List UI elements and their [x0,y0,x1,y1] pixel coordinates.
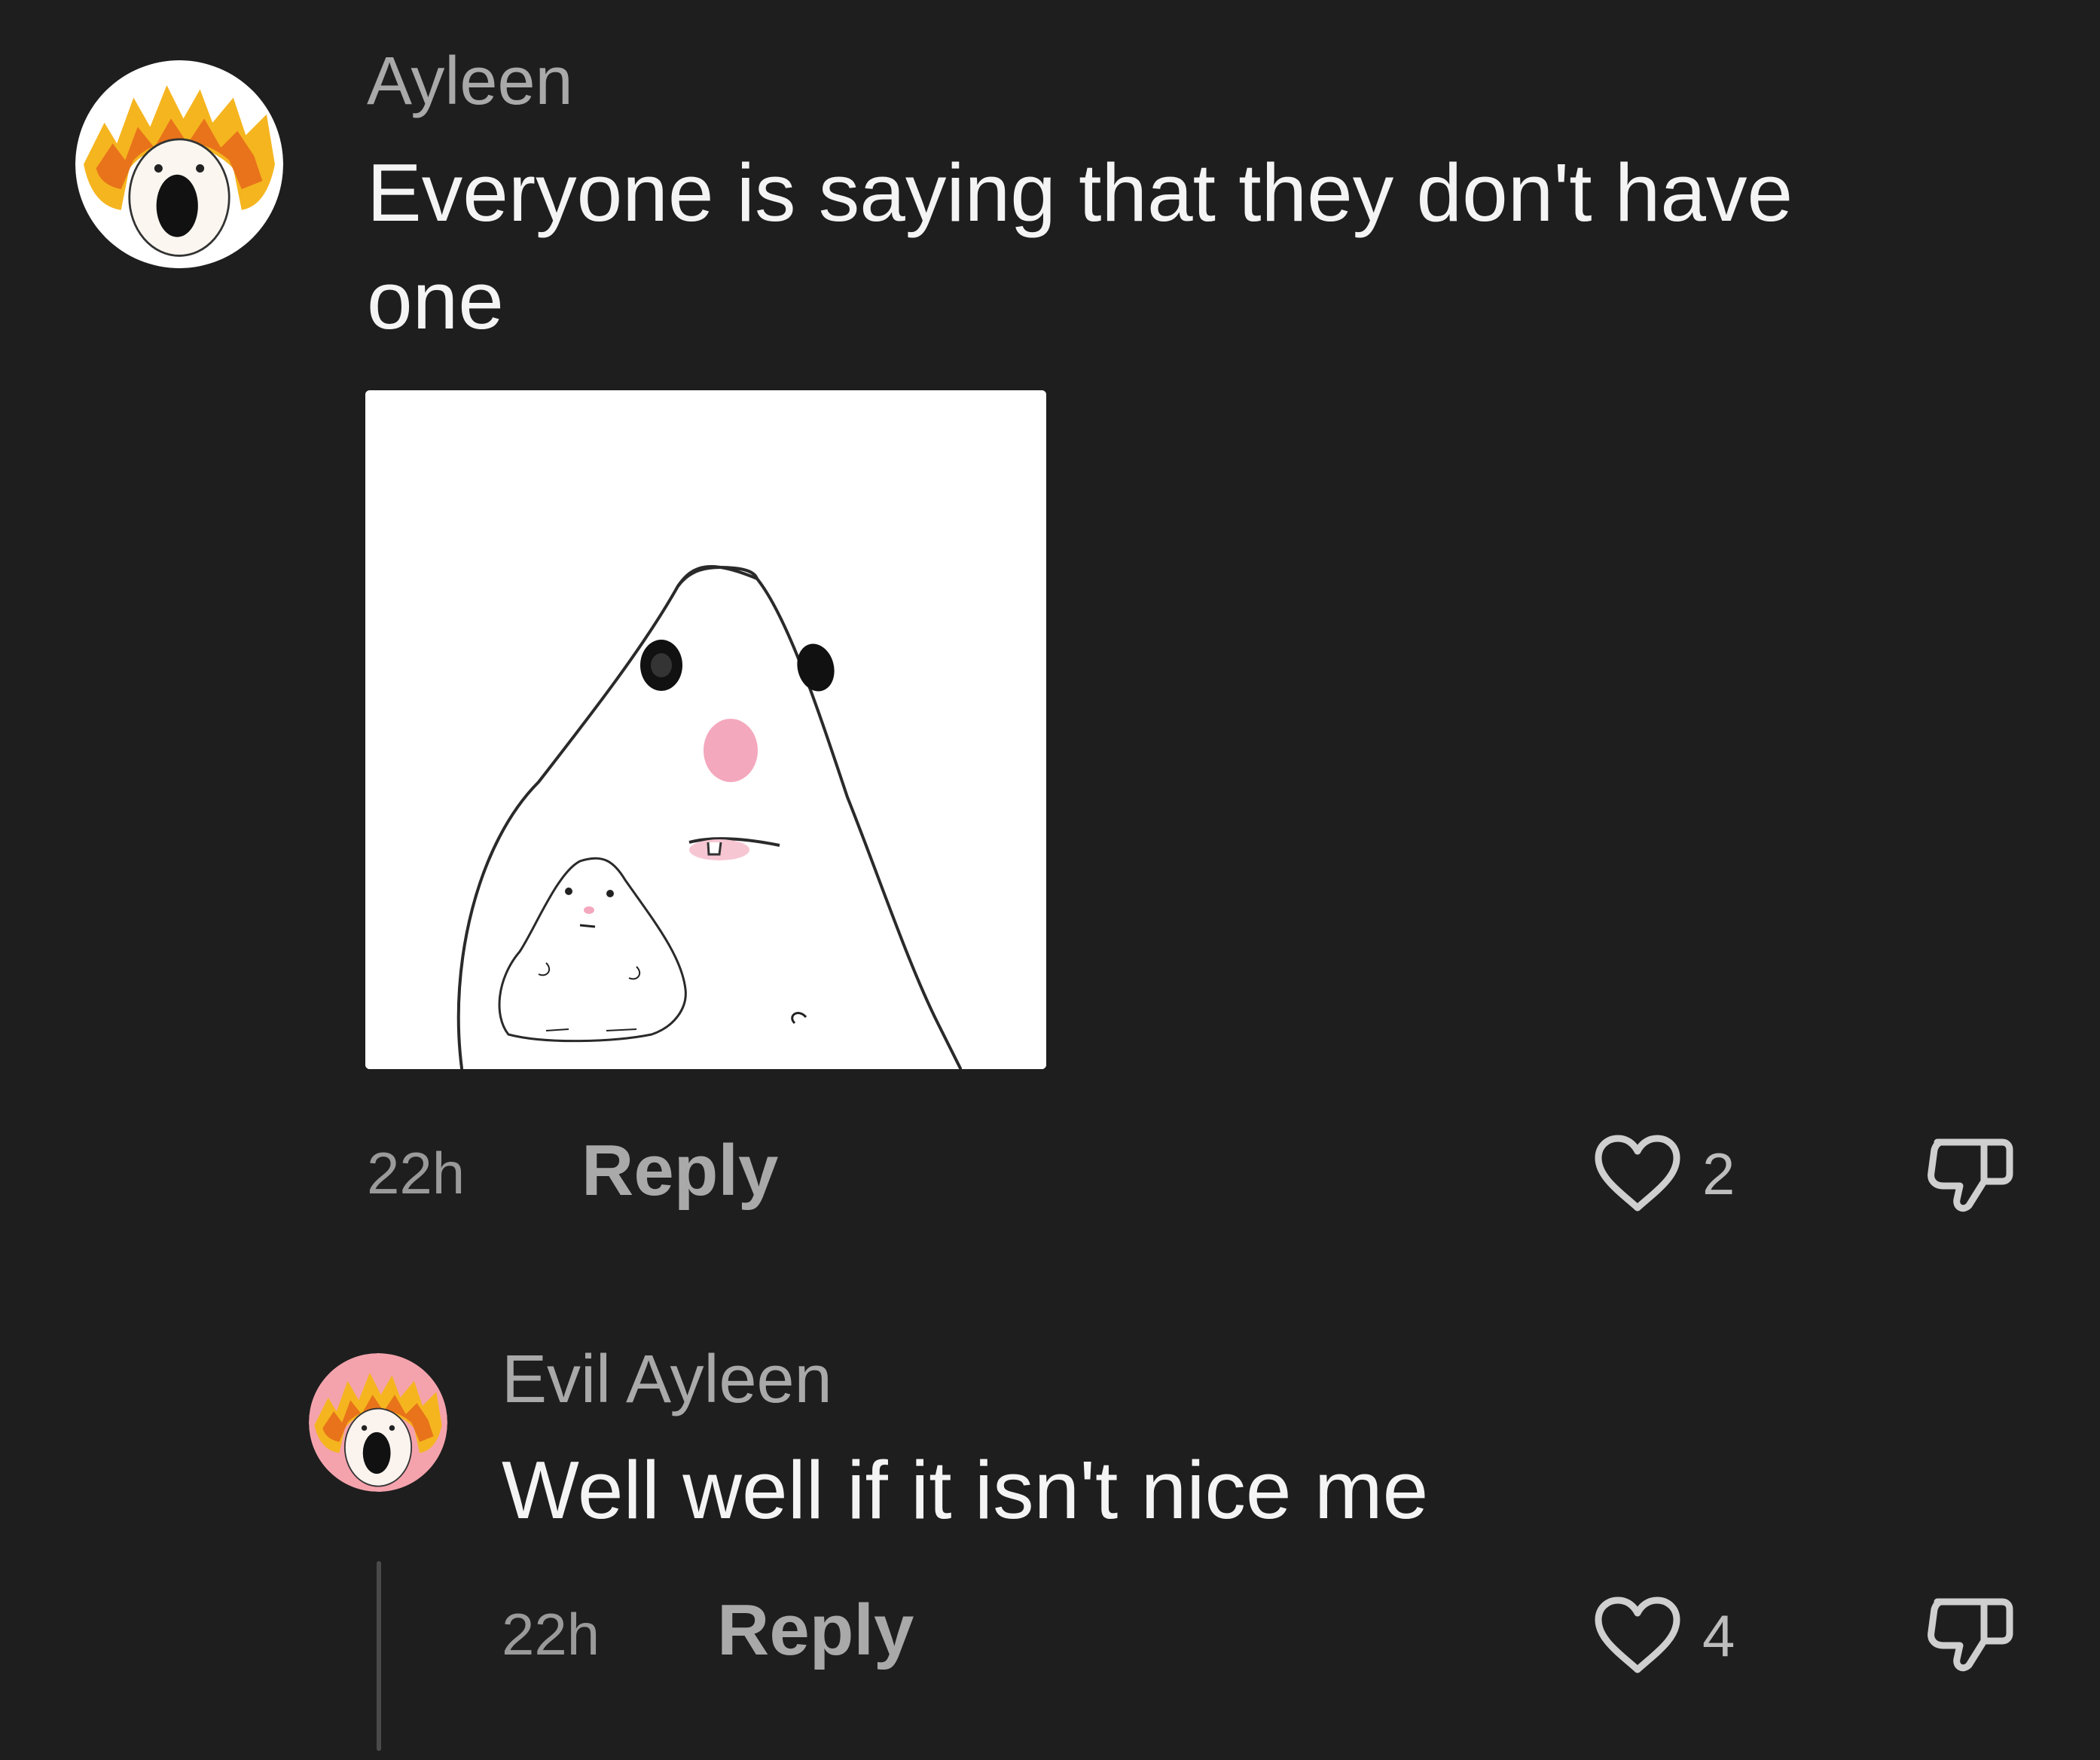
thread-line [377,1561,381,1751]
reply-username[interactable]: Evil Ayleen [502,1346,832,1413]
reply-button[interactable]: Reply [581,1135,778,1207]
thumbs-down-icon [1928,1598,2013,1672]
heart-icon [1595,1135,1680,1212]
reply-button[interactable]: Reply [717,1594,914,1667]
dislike-button[interactable] [1924,1587,2017,1680]
thumbs-down-icon [1928,1138,2013,1212]
hamster-drawing-image [365,390,1046,1069]
comment-text: Everyone is saying that they don't have … [367,139,1793,355]
heart-icon [1595,1597,1680,1673]
avatar-ayleen[interactable] [75,60,283,268]
avatar-evil-ayleen[interactable] [309,1353,447,1492]
comment-timestamp: 22h [367,1140,465,1206]
flaming-hamster-avatar-icon [309,1353,447,1492]
comment-image-attachment[interactable] [365,390,1046,1069]
like-button[interactable]: 4 [1591,1594,1735,1677]
like-count: 2 [1702,1141,1735,1207]
like-button[interactable]: 2 [1591,1132,1735,1215]
reply-text: Well well if it isn't nice me [502,1444,1429,1536]
flaming-hamster-avatar-icon [75,60,283,268]
comment-text-line: Everyone is saying that they don't have [367,147,1793,239]
comment-text-line: one [367,255,504,347]
comment-username[interactable]: Ayleen [367,47,573,115]
like-count: 4 [1702,1603,1735,1669]
reply-timestamp: 22h [502,1601,600,1667]
dislike-button[interactable] [1924,1127,2017,1221]
